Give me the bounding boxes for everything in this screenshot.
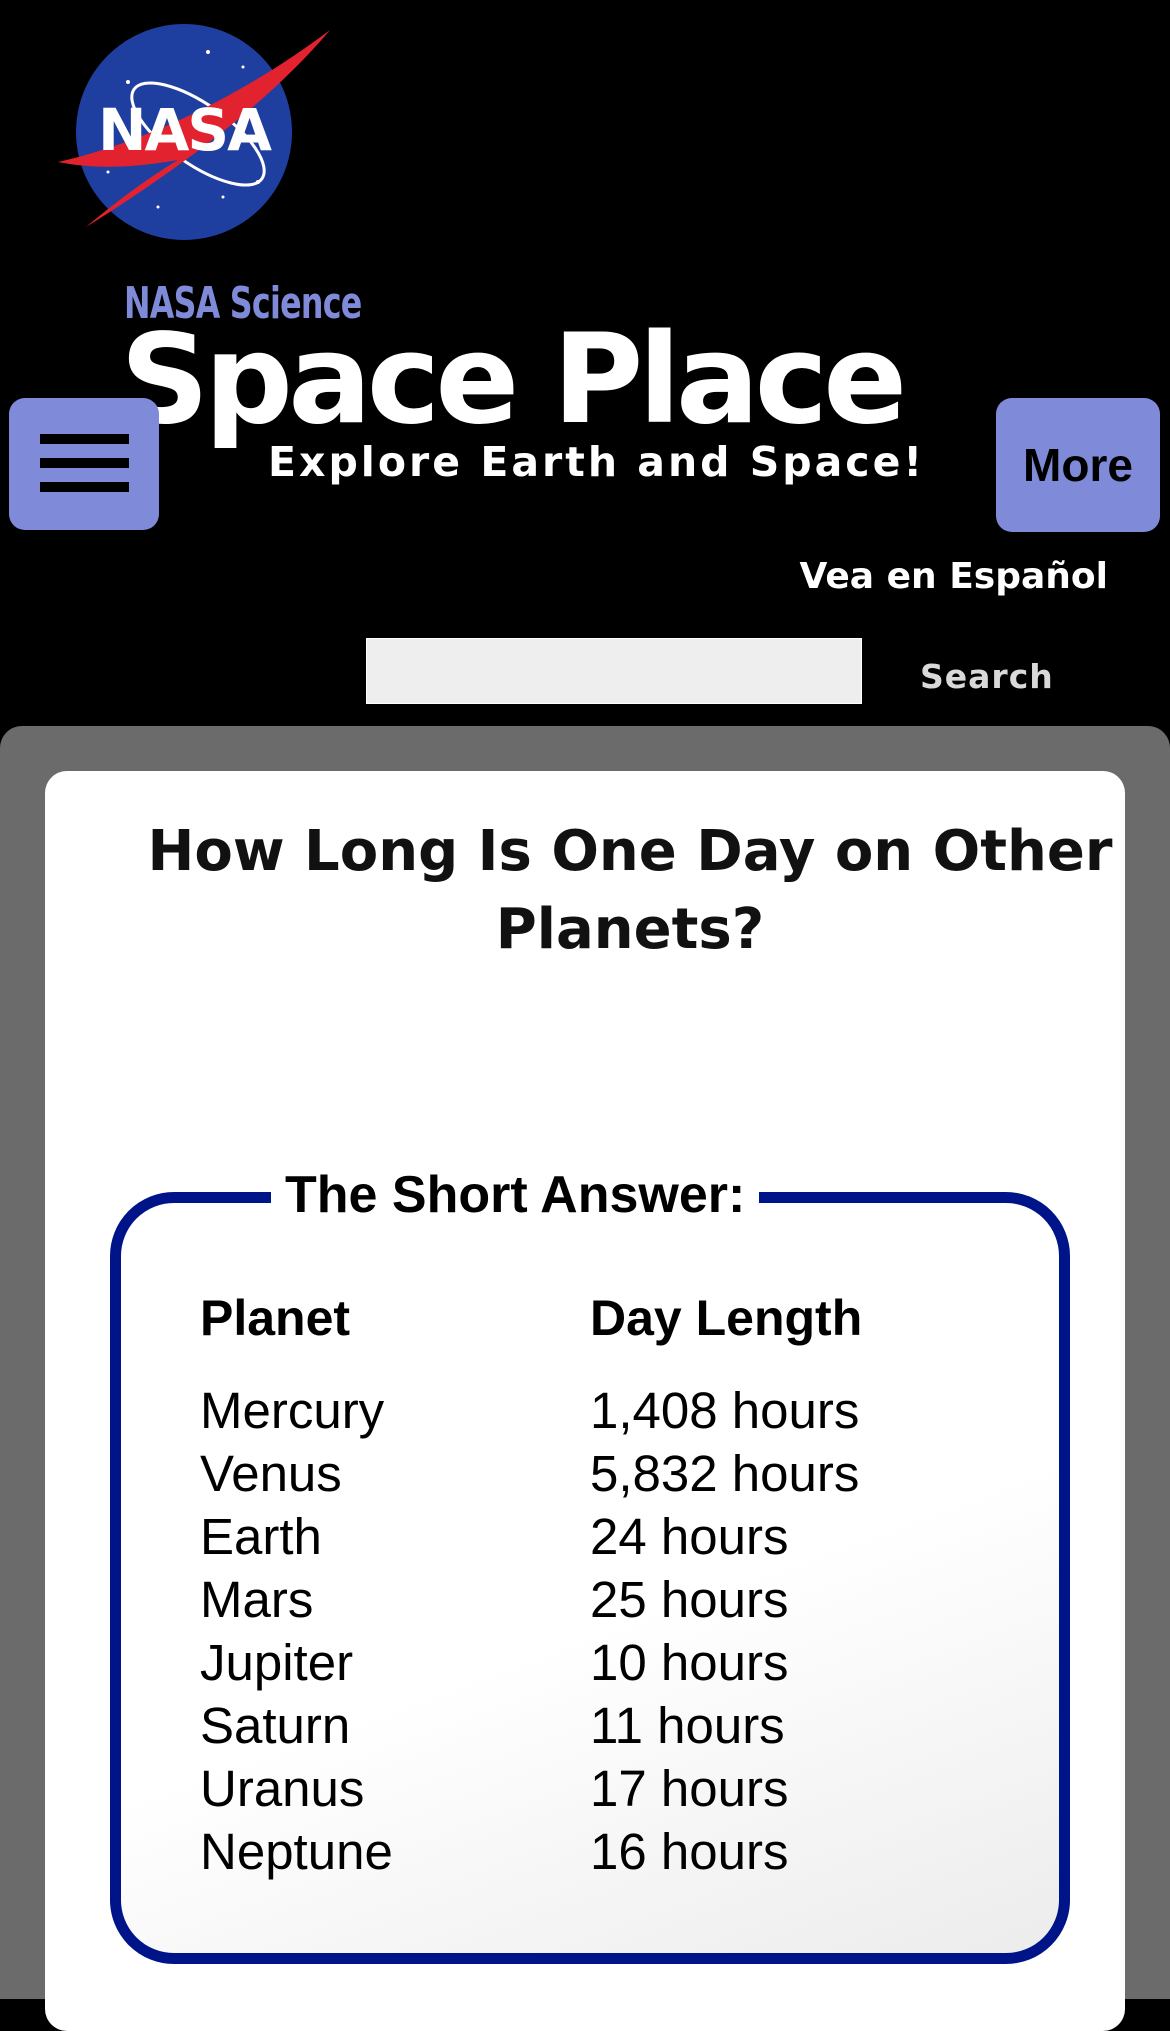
day-length-column-header: Day Length xyxy=(590,1290,863,1346)
planet-name: Venus xyxy=(200,1445,342,1502)
table-row: Mars 25 hours xyxy=(200,1568,1000,1631)
table-row: Saturn 11 hours xyxy=(200,1694,1000,1757)
short-answer-box: The Short Answer: Planet Day Length Merc… xyxy=(110,1165,1070,1964)
planet-name: Earth xyxy=(200,1508,322,1565)
planet-name: Mars xyxy=(200,1571,314,1628)
hamburger-icon xyxy=(40,434,129,444)
day-length: 5,832 hours xyxy=(590,1445,860,1502)
planet-name: Uranus xyxy=(200,1760,365,1817)
table-row: Neptune 16 hours xyxy=(200,1820,1000,1883)
article-card: How Long Is One Day on Other Planets? Th… xyxy=(45,771,1125,2031)
day-length: 11 hours xyxy=(590,1697,785,1754)
planet-name: Mercury xyxy=(200,1382,385,1439)
page-title: How Long Is One Day on Other Planets? xyxy=(147,819,1113,962)
day-length: 17 hours xyxy=(590,1760,789,1817)
nasa-logo[interactable]: NASA xyxy=(58,22,334,242)
site-header: NASA NASA Science Space Place Explore Ea… xyxy=(0,0,1170,727)
table-row: Mercury 1,408 hours xyxy=(200,1379,1000,1442)
planet-name: Neptune xyxy=(200,1823,393,1880)
table-row: Venus 5,832 hours xyxy=(200,1442,1000,1505)
site-tagline: Explore Earth and Space! xyxy=(264,438,930,486)
spanish-language-link[interactable]: Vea en Español xyxy=(800,556,1109,597)
nasa-logo-text: NASA xyxy=(98,96,272,164)
planet-name: Saturn xyxy=(200,1697,351,1754)
table-row: Jupiter 10 hours xyxy=(200,1631,1000,1694)
day-length: 24 hours xyxy=(590,1508,789,1565)
day-length-table: Mercury 1,408 hours Venus 5,832 hours Ea… xyxy=(200,1379,1000,1883)
search-button[interactable]: Search xyxy=(920,650,1080,702)
day-length: 1,408 hours xyxy=(590,1382,860,1439)
more-button[interactable]: More xyxy=(996,398,1160,532)
table-row: Uranus 17 hours xyxy=(200,1757,1000,1820)
day-length: 25 hours xyxy=(590,1571,789,1628)
hamburger-menu-button[interactable] xyxy=(9,398,159,530)
day-length: 16 hours xyxy=(590,1823,789,1880)
planet-name: Jupiter xyxy=(200,1634,354,1691)
short-answer-heading: The Short Answer: xyxy=(271,1165,760,1225)
space-place-logo[interactable]: NASA Science Space Place Explore Earth a… xyxy=(120,278,930,498)
planet-column-header: Planet xyxy=(200,1290,351,1346)
site-title: Space Place xyxy=(120,308,907,452)
table-row: Earth 24 hours xyxy=(200,1505,1000,1568)
search-input[interactable] xyxy=(366,638,862,704)
day-length: 10 hours xyxy=(590,1634,789,1691)
